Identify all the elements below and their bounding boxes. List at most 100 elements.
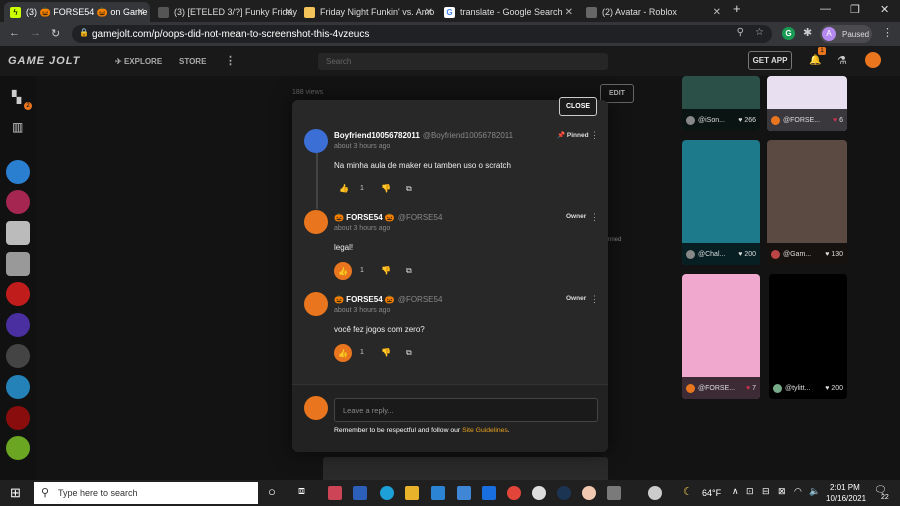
community-dice-icon[interactable] <box>6 221 30 245</box>
back-arrow-icon[interactable]: ← <box>9 27 20 39</box>
steam-app-icon[interactable] <box>557 486 571 500</box>
github-app-icon[interactable] <box>532 486 546 500</box>
restore-icon[interactable]: ❐ <box>850 3 860 16</box>
comment-timestamp[interactable]: about 3 hours ago <box>334 143 390 150</box>
close-icon[interactable]: ✕ <box>137 7 145 18</box>
community-dark-icon[interactable] <box>6 344 30 368</box>
tab-roblox[interactable]: (2) Avatar - Roblox ✕ <box>580 2 726 22</box>
community-dice2-icon[interactable] <box>6 252 30 276</box>
thumbs-down-icon[interactable]: 👎 <box>381 184 391 193</box>
shelf-icon[interactable]: ▥ <box>12 120 23 134</box>
word-app-icon[interactable] <box>353 486 367 500</box>
store-app-icon[interactable] <box>457 486 471 500</box>
like-button[interactable]: 👍 <box>334 262 352 280</box>
extensions-puzzle-icon[interactable]: ✱ <box>803 26 812 39</box>
chrome-app-icon[interactable] <box>507 486 521 500</box>
edge-app-icon[interactable] <box>380 486 394 500</box>
new-tab-button[interactable]: + <box>733 1 741 16</box>
comment-menu-icon[interactable]: ⋮ <box>590 130 599 141</box>
bell-icon[interactable]: 🔔 <box>809 55 821 66</box>
post-thumbnail[interactable]: @Gam... ♥ 130 <box>767 140 847 265</box>
menu-kebab-icon[interactable]: ⋮ <box>882 26 893 39</box>
site-guidelines-link[interactable]: Site Guidelines <box>462 427 508 434</box>
file-explorer-icon[interactable] <box>405 486 419 500</box>
profile-button[interactable]: A Paused <box>820 25 872 43</box>
tab-funky-friday[interactable]: (3) [ETELED 3/?] Funky Friday ✕ <box>152 2 298 22</box>
clock-time[interactable]: 2:01 PM <box>830 483 860 492</box>
post-thumbnail[interactable]: @Chal... ♥ 200 <box>682 140 760 265</box>
tab-fnf-amogus[interactable]: Friday Night Funkin' vs. Amo ✕ <box>298 2 438 22</box>
close-window-icon[interactable]: ✕ <box>880 3 889 16</box>
library-icon[interactable]: ▚ <box>12 90 21 104</box>
reply-icon[interactable]: ⧉ <box>406 348 412 358</box>
community-blue-icon[interactable] <box>6 375 30 399</box>
close-icon[interactable]: ✕ <box>565 7 573 18</box>
comment-timestamp[interactable]: about 3 hours ago <box>334 225 390 232</box>
site-search-input[interactable]: Search <box>318 53 608 70</box>
wifi-icon[interactable]: ◠ <box>794 486 802 497</box>
reload-icon[interactable]: ↻ <box>51 27 60 40</box>
comment-menu-icon[interactable]: ⋮ <box>590 212 599 223</box>
taskbar-search-input[interactable]: ⚲ Type here to search <box>34 482 258 504</box>
cortana-icon[interactable]: ○ <box>268 484 276 499</box>
gamejolt-logo[interactable]: GAME JOLT <box>8 55 80 67</box>
more-kebab-icon[interactable]: ⋮ <box>225 54 236 67</box>
post-thumbnail[interactable]: @tylitt... ♥ 200 <box>769 274 847 399</box>
bookmark-star-icon[interactable]: ☆ <box>755 27 764 38</box>
avatar[interactable] <box>304 292 328 316</box>
volume-icon[interactable]: 🔈 <box>809 486 820 497</box>
thumbs-up-icon[interactable]: 👍 <box>339 184 349 193</box>
paint-app-icon[interactable] <box>328 486 342 500</box>
dropbox-app-icon[interactable] <box>482 486 496 500</box>
zoom-icon[interactable]: ⚲ <box>737 27 744 38</box>
minimize-icon[interactable]: — <box>820 3 831 15</box>
tab-gamejolt[interactable]: ϟ (3) 🎃 FORSE54 🎃 on Game ✕ <box>4 2 150 22</box>
get-app-button[interactable]: GET APP <box>748 51 792 70</box>
windows-start-icon[interactable]: ⊞ <box>10 485 21 501</box>
tab-google-translate[interactable]: G translate - Google Search ✕ <box>438 2 578 22</box>
close-icon[interactable]: ✕ <box>425 7 433 18</box>
tray-icon[interactable]: ⊡ <box>746 486 754 497</box>
comment-author[interactable]: 🎃 FORSE54 🎃 @FORSE54 <box>334 295 442 304</box>
user-avatar[interactable] <box>865 52 881 68</box>
app-icon[interactable] <box>648 486 662 500</box>
character-app-icon[interactable] <box>582 486 596 500</box>
close-icon[interactable]: ✕ <box>713 7 721 18</box>
clock-date[interactable]: 10/16/2021 <box>826 494 866 503</box>
tray-chevron-icon[interactable]: ∧ <box>732 486 739 497</box>
community-night-funkin-icon[interactable] <box>6 313 30 337</box>
store-link[interactable]: STORE <box>179 57 206 66</box>
reply-icon[interactable]: ⧉ <box>406 184 412 194</box>
tray-icon[interactable]: ⊟ <box>762 486 770 497</box>
comment-author[interactable]: Boyfriend10056782011 @Boyfriend1005678201… <box>334 131 513 140</box>
post-thumbnail[interactable]: @FORSE... ♥ 6 <box>767 76 847 131</box>
like-button[interactable]: 👍 <box>334 344 352 362</box>
post-thumbnail[interactable]: @iSon... ♥ 266 <box>682 76 760 131</box>
explore-link[interactable]: ✈ EXPLORE <box>115 57 162 66</box>
avatar[interactable] <box>304 129 328 153</box>
task-view-icon[interactable]: ⧈ <box>298 485 305 498</box>
tray-icon[interactable]: ⊠ <box>778 486 786 497</box>
community-red-icon[interactable] <box>6 282 30 306</box>
comment-timestamp[interactable]: about 3 hours ago <box>334 307 390 314</box>
reply-input[interactable]: Leave a reply... <box>334 398 598 422</box>
weather-temperature[interactable]: 64°F <box>702 488 721 498</box>
activity-icon[interactable]: ⚗ <box>837 54 847 67</box>
close-button[interactable]: CLOSE <box>559 97 597 116</box>
mail-app-icon[interactable] <box>431 486 445 500</box>
community-green-icon[interactable] <box>6 436 30 460</box>
comment-menu-icon[interactable]: ⋮ <box>590 294 599 305</box>
reply-icon[interactable]: ⧉ <box>406 266 412 276</box>
url-input[interactable]: 🔒 gamejolt.com/p/oops-did-not-mean-to-sc… <box>72 25 772 43</box>
close-icon[interactable]: ✕ <box>285 7 293 18</box>
grammarly-extension-icon[interactable]: G <box>782 27 795 40</box>
thumbs-down-icon[interactable]: 👎 <box>381 266 391 275</box>
community-sonic-icon[interactable] <box>6 160 30 184</box>
comment-author[interactable]: 🎃 FORSE54 🎃 @FORSE54 <box>334 213 442 222</box>
avatar[interactable] <box>304 210 328 234</box>
community-darkred-icon[interactable] <box>6 406 30 430</box>
forward-arrow-icon[interactable]: → <box>30 27 41 39</box>
community-fnf-icon[interactable] <box>6 190 30 214</box>
post-thumbnail[interactable]: @FORSE... ♥ 7 <box>682 274 760 399</box>
app-icon[interactable] <box>607 486 621 500</box>
